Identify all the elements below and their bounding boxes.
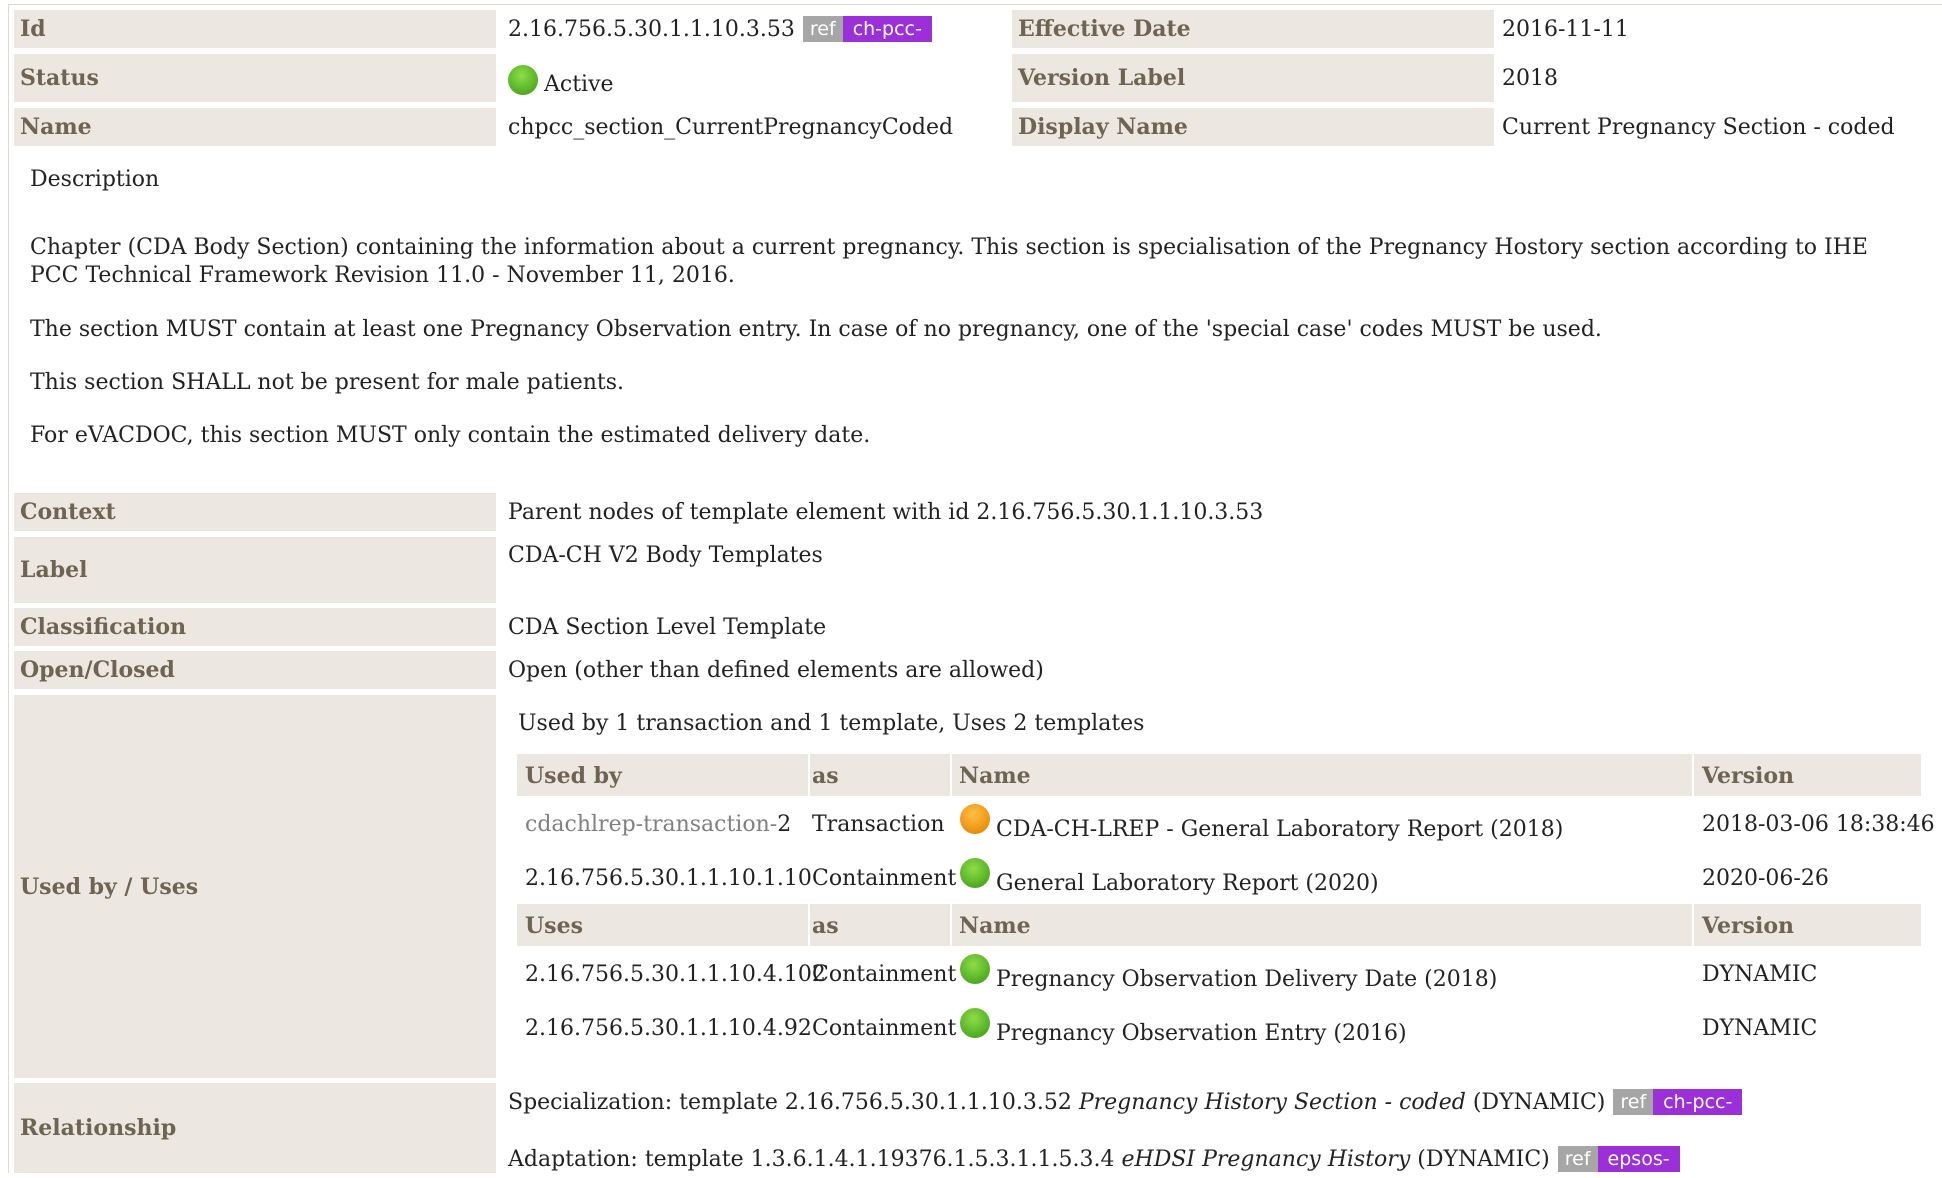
- header-divider: [1692, 904, 1694, 946]
- relationship-specialization: Specialization: template 2.16.756.5.30.1…: [508, 1083, 1743, 1121]
- usage-summary: Used by 1 transaction and 1 template, Us…: [518, 710, 1145, 736]
- ref-badge[interactable]: ref: [802, 16, 843, 42]
- row-as: Transaction: [812, 812, 945, 837]
- relationship-label: Relationship: [14, 1083, 496, 1173]
- header-divider: [1692, 754, 1694, 796]
- transaction-link[interactable]: cdachlrep-transaction-: [525, 812, 777, 837]
- label-label: Label: [14, 537, 496, 603]
- description-paragraph: The section MUST contain at least one Pr…: [30, 316, 1910, 344]
- table-row[interactable]: cdachlrep-transaction-2: [525, 812, 791, 837]
- ref-badge[interactable]: ref: [1557, 1146, 1598, 1172]
- used-by-col-header: Used by: [525, 763, 622, 789]
- header-divider: [808, 904, 810, 946]
- id-value-cell: 2.16.756.5.30.1.1.10.3.53 ref ch-pcc-: [508, 10, 932, 48]
- row-version: DYNAMIC: [1702, 1016, 1818, 1041]
- relationship-template-name[interactable]: Pregnancy History Section - coded: [1079, 1090, 1466, 1115]
- version-label-value: 2018: [1502, 65, 1558, 91]
- header-divider: [808, 754, 810, 796]
- name-label: Name: [14, 108, 496, 146]
- description-paragraph: For eVACDOC, this section MUST only cont…: [30, 422, 1910, 450]
- id-label: Id: [14, 10, 496, 48]
- relationship-flexibility: (DYNAMIC): [1465, 1089, 1606, 1115]
- used-by-uses-label: Used by / Uses: [14, 695, 496, 1078]
- prefix-badge[interactable]: epsos-: [1597, 1146, 1680, 1172]
- version-col-header: Version: [1702, 913, 1795, 939]
- description-paragraph-4: For eVACDOC, this section MUST only cont…: [30, 423, 871, 448]
- row-version: 2018-03-06 18:38:46: [1702, 812, 1935, 837]
- open-closed-value: Open (other than defined elements are al…: [508, 657, 1044, 683]
- relationship-template-name[interactable]: eHDSI Pregnancy History: [1121, 1147, 1410, 1172]
- transaction-id-suffix: 2: [777, 812, 792, 837]
- table-row[interactable]: 2.16.756.5.30.1.1.10.1.10: [525, 866, 812, 891]
- name-value: chpcc_section_CurrentPregnancyCoded: [508, 114, 954, 140]
- context-label: Context: [14, 493, 496, 531]
- row-name[interactable]: Pregnancy Observation Entry (2016): [996, 1021, 1407, 1046]
- row-version: DYNAMIC: [1702, 962, 1818, 987]
- description-paragraph-1: Chapter (CDA Body Section) containing th…: [30, 235, 1868, 288]
- as-col-header: as: [812, 913, 839, 939]
- row-name-cell: Pregnancy Observation Entry (2016): [960, 1008, 1407, 1046]
- description-paragraph: Chapter (CDA Body Section) containing th…: [30, 234, 1920, 290]
- active-status-icon: [960, 858, 990, 888]
- uses-table-header: Uses as Name Version: [517, 904, 1921, 946]
- description-paragraph-2: The section MUST contain at least one Pr…: [30, 317, 1602, 342]
- row-name-cell: CDA-CH-LREP - General Laboratory Report …: [960, 804, 1563, 842]
- prefix-badge[interactable]: ch-pcc-: [842, 16, 932, 42]
- active-status-icon: [960, 1008, 990, 1038]
- row-version: 2020-06-26: [1702, 866, 1829, 891]
- classification-label: Classification: [14, 608, 496, 646]
- id-value: 2.16.756.5.30.1.1.10.3.53: [508, 16, 795, 42]
- description-paragraph: This section SHALL not be present for ma…: [30, 369, 1910, 397]
- table-row[interactable]: 2.16.756.5.30.1.1.10.4.92: [525, 1016, 812, 1041]
- row-as: Containment: [812, 866, 957, 891]
- status-value-cell: Active: [508, 58, 614, 102]
- uses-col-header: Uses: [525, 913, 583, 939]
- template-id: 2.16.756.5.30.1.1.10.1.10: [525, 866, 812, 891]
- display-name-label: Display Name: [1012, 108, 1494, 146]
- status-label: Status: [14, 54, 496, 102]
- context-value: Parent nodes of template element with id…: [508, 499, 1264, 525]
- status-value: Active: [544, 71, 614, 97]
- name-col-header: Name: [959, 913, 1031, 939]
- row-name[interactable]: General Laboratory Report (2020): [996, 871, 1379, 896]
- header-divider: [950, 754, 952, 796]
- version-col-header: Version: [1702, 763, 1795, 789]
- header-divider: [950, 904, 952, 946]
- relationship-text: Specialization: template 2.16.756.5.30.1…: [508, 1089, 1079, 1115]
- relationship-adaptation: Adaptation: template 1.3.6.1.4.1.19376.1…: [508, 1140, 1680, 1178]
- prefix-badge[interactable]: ch-pcc-: [1653, 1089, 1743, 1115]
- used-by-table-header: Used by as Name Version: [517, 754, 1921, 796]
- active-status-icon: [508, 65, 538, 95]
- pending-status-icon: [960, 804, 990, 834]
- row-as: Containment: [812, 962, 957, 987]
- row-name-cell: Pregnancy Observation Delivery Date (201…: [960, 954, 1497, 992]
- relationship-text: Adaptation: template 1.3.6.1.4.1.19376.1…: [508, 1146, 1122, 1172]
- table-row[interactable]: 2.16.756.5.30.1.1.10.4.102: [525, 962, 826, 987]
- description-heading: Description: [30, 167, 160, 192]
- as-col-header: as: [812, 763, 839, 789]
- name-col-header: Name: [959, 763, 1031, 789]
- row-name[interactable]: Pregnancy Observation Delivery Date (201…: [996, 967, 1497, 992]
- version-label-label: Version Label: [1012, 54, 1494, 102]
- active-status-icon: [960, 954, 990, 984]
- row-name[interactable]: CDA-CH-LREP - General Laboratory Report …: [996, 817, 1563, 842]
- classification-value: CDA Section Level Template: [508, 614, 827, 640]
- effective-date-label: Effective Date: [1012, 10, 1494, 48]
- effective-date-value: 2016-11-11: [1502, 16, 1629, 42]
- row-name-cell: General Laboratory Report (2020): [960, 858, 1379, 896]
- description-paragraph-3: This section SHALL not be present for ma…: [30, 370, 625, 395]
- display-name-value: Current Pregnancy Section - coded: [1502, 114, 1895, 140]
- row-as: Containment: [812, 1016, 957, 1041]
- ref-badge[interactable]: ref: [1613, 1089, 1654, 1115]
- label-value: CDA-CH V2 Body Templates: [508, 542, 823, 568]
- relationship-flexibility: (DYNAMIC): [1410, 1146, 1550, 1172]
- open-closed-label: Open/Closed: [14, 651, 496, 689]
